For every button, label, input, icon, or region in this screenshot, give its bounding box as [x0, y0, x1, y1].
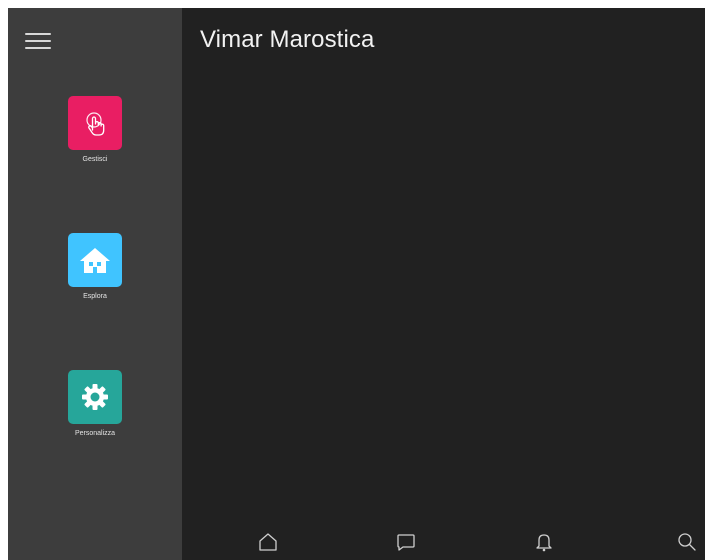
search-icon[interactable] — [675, 530, 699, 554]
sidebar-item-label: Gestisci — [82, 156, 108, 163]
menu-line — [25, 40, 51, 42]
sidebar-item-gestisci[interactable]: Gestisci — [8, 96, 182, 163]
sidebar-item-label: Personalizza — [74, 430, 116, 437]
sidebar: Gestisci Esplora Personalizza — [8, 8, 182, 560]
menu-line — [25, 47, 51, 49]
home-icon[interactable] — [256, 530, 280, 554]
gear-icon — [68, 370, 122, 424]
bell-icon[interactable] — [532, 530, 556, 554]
hamburger-menu-button[interactable] — [25, 30, 53, 52]
sidebar-item-label: Esplora — [83, 293, 107, 300]
chat-icon[interactable] — [394, 530, 418, 554]
sidebar-item-personalizza[interactable]: Personalizza — [8, 370, 182, 437]
app-screen: Gestisci Esplora Personalizza Vimar Maro… — [8, 8, 705, 560]
touch-hand-icon — [68, 96, 122, 150]
bottom-navigation-bar — [182, 520, 705, 560]
menu-line — [25, 33, 51, 35]
page-title: Vimar Marostica — [200, 26, 375, 53]
house-icon — [68, 233, 122, 287]
sidebar-item-esplora[interactable]: Esplora — [8, 233, 182, 300]
